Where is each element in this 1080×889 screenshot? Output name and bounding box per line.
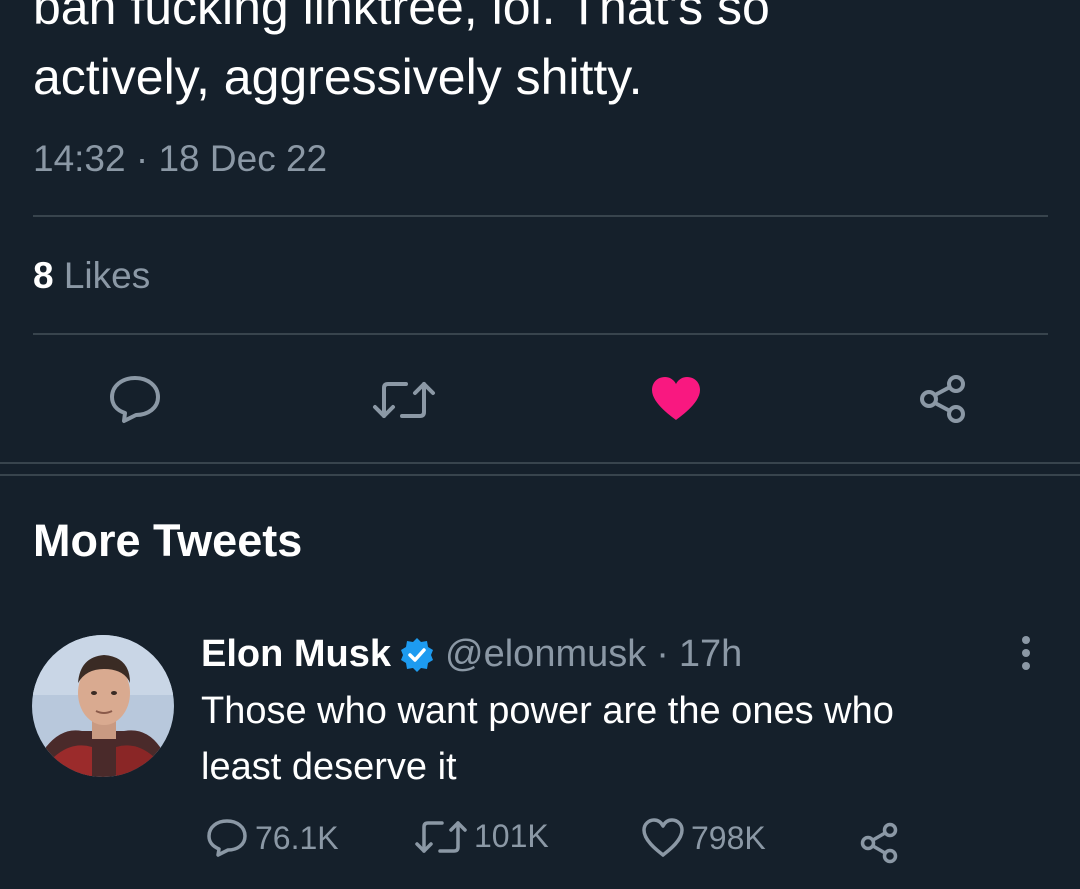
retweet-icon bbox=[415, 820, 467, 853]
reply-stat[interactable]: 76.1K bbox=[205, 818, 339, 858]
reply-count: 76.1K bbox=[255, 819, 339, 856]
divider bbox=[33, 333, 1048, 335]
verified-badge-icon bbox=[401, 637, 434, 672]
tweet-time[interactable]: 17h bbox=[679, 633, 742, 676]
like-count: 798K bbox=[691, 819, 766, 856]
tweet-header: Elon Musk @elonmusk · 17h bbox=[201, 633, 742, 676]
section-separator bbox=[0, 462, 1080, 476]
author-handle[interactable]: @elonmusk bbox=[445, 633, 646, 676]
author-name[interactable]: Elon Musk bbox=[201, 633, 391, 676]
related-tweet-line-1: Those who want power are the ones who bbox=[201, 690, 894, 732]
retweet-icon[interactable] bbox=[372, 380, 436, 420]
tweet-timestamp[interactable]: 14:32 · 18 Dec 22 bbox=[33, 138, 327, 180]
more-options-icon[interactable] bbox=[1012, 632, 1040, 676]
reply-icon[interactable] bbox=[108, 374, 162, 424]
separator-dot: · bbox=[656, 633, 669, 675]
tweet-text-line-1: ban fucking linktree, lol. That's so bbox=[33, 0, 770, 35]
related-tweet-text: Those who want power are the ones who le… bbox=[201, 683, 1031, 795]
reply-icon bbox=[207, 819, 247, 857]
more-tweets-heading: More Tweets bbox=[33, 515, 303, 566]
tweet-text: ban fucking linktree, lol. That's so act… bbox=[33, 0, 1043, 112]
tweet-text-line-2: actively, aggressively shitty. bbox=[33, 49, 643, 105]
avatar[interactable] bbox=[32, 635, 174, 777]
like-stat[interactable]: 798K bbox=[641, 818, 766, 858]
likes-count: 8 bbox=[33, 255, 54, 296]
share-icon[interactable] bbox=[918, 374, 968, 424]
retweet-count: 101K bbox=[474, 818, 549, 854]
avatar-photo bbox=[32, 635, 174, 777]
heart-icon bbox=[642, 818, 684, 857]
retweet-stat[interactable]: 101K bbox=[414, 818, 549, 855]
likes-label: Likes bbox=[63, 255, 151, 296]
related-tweet-line-2: least deserve it bbox=[201, 746, 457, 788]
likes-row[interactable]: 8 Likes bbox=[33, 255, 150, 297]
divider bbox=[33, 215, 1048, 217]
share-icon[interactable] bbox=[858, 822, 900, 864]
liked-heart-icon[interactable] bbox=[650, 376, 702, 422]
